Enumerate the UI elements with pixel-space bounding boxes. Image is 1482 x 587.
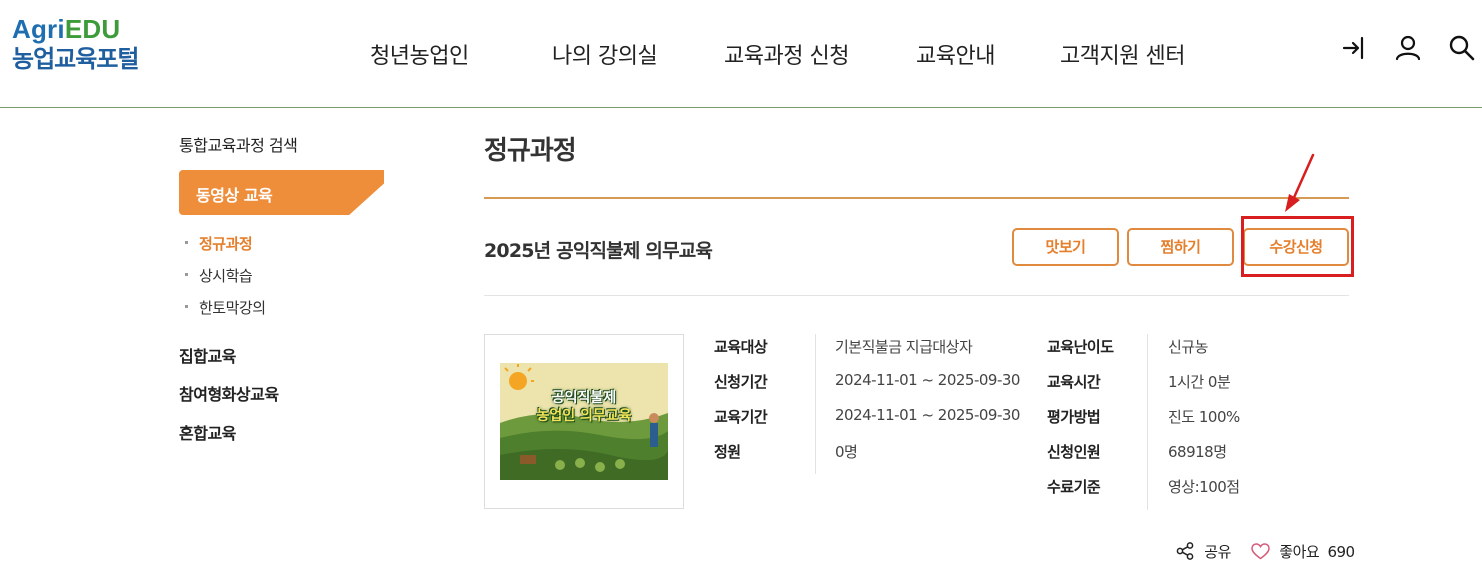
info-value: 신규농 [1168, 338, 1208, 356]
info-label: 교육기간 [714, 408, 768, 426]
logo-edu-text: EDU [64, 14, 121, 44]
info-label: 정원 [714, 443, 741, 461]
sidebar-item-label: 한토막강의 [199, 299, 266, 317]
nav-education-guide[interactable]: 교육안내 [916, 38, 995, 70]
annotation-arrow-icon [1285, 153, 1315, 212]
nav-customer-support[interactable]: 고객지원 센터 [1060, 38, 1185, 70]
site-logo[interactable]: AgriEDU 농업교육포털 [12, 14, 139, 73]
sidebar-item-label: 상시학습 [199, 267, 253, 285]
like-count: 690 [1327, 543, 1355, 561]
info-label: 신청인원 [1047, 443, 1101, 461]
sidebar-cat-group-education[interactable]: 집합교육 [179, 343, 236, 367]
info-value: 1시간 0분 [1168, 373, 1231, 391]
share-icon [1176, 542, 1194, 560]
sidebar-item-short-lecture[interactable]: 한토막강의 [185, 297, 266, 318]
login-icon[interactable] [1341, 34, 1369, 62]
share-button[interactable]: 공유 [1176, 541, 1231, 562]
heart-icon [1251, 543, 1270, 560]
info-label: 평가방법 [1047, 408, 1101, 426]
logo-agri-text: Agri [12, 14, 65, 44]
thumbnail-line2: 농업인 의무교육 [536, 408, 632, 424]
share-label: 공유 [1204, 543, 1231, 561]
info-value: 진도 100% [1168, 408, 1240, 426]
course-title: 2025년 공익직불제 의무교육 [484, 240, 713, 262]
sidebar-cat-blended[interactable]: 혼합교육 [179, 420, 236, 444]
site-header: AgriEDU 농업교육포털 청년농업인 나의 강의실 교육과정 신청 교육안내… [0, 0, 1482, 108]
content-divider [484, 295, 1349, 296]
page-title: 정규과정 [484, 136, 577, 166]
info-divider [1147, 334, 1148, 510]
info-label: 교육난이도 [1047, 338, 1114, 356]
search-icon[interactable] [1448, 34, 1476, 62]
logo-subtitle: 농업교육포털 [12, 45, 139, 73]
sidebar-integrated-search[interactable]: 통합교육과정 검색 [179, 132, 298, 156]
sidebar-section-video[interactable]: 동영상 교육 [179, 170, 384, 215]
sidebar-item-regular-course[interactable]: 정규과정 [185, 233, 253, 254]
info-value: 2024-11-01 ~ 2025-09-30 [835, 406, 1020, 424]
thumbnail-line1: 공익직불제 [551, 390, 617, 406]
wishlist-button[interactable]: 찜하기 [1127, 228, 1234, 266]
like-button[interactable]: 좋아요 690 [1251, 541, 1355, 562]
like-label: 좋아요 [1279, 543, 1320, 561]
info-label: 교육대상 [714, 338, 768, 356]
sidebar-cat-video-conference[interactable]: 참여형화상교육 [179, 381, 279, 405]
info-divider [815, 334, 816, 474]
info-value: 영상:100점 [1168, 478, 1240, 496]
info-value: 2024-11-01 ~ 2025-09-30 [835, 371, 1020, 389]
sidebar-section-label: 동영상 교육 [196, 186, 273, 205]
nav-young-farmer[interactable]: 청년농업인 [370, 38, 469, 70]
info-label: 수료기준 [1047, 478, 1101, 496]
thumbnail-image: 공익직불제 농업인 의무교육 [500, 363, 668, 480]
enroll-highlight-box [1241, 216, 1354, 277]
info-label: 신청기간 [714, 373, 768, 391]
info-label: 교육시간 [1047, 373, 1101, 391]
info-value: 0명 [835, 443, 858, 461]
sidebar-item-label: 정규과정 [199, 235, 253, 253]
course-thumbnail: 공익직불제 농업인 의무교육 [484, 334, 684, 509]
preview-button[interactable]: 맛보기 [1012, 228, 1119, 266]
nav-my-classroom[interactable]: 나의 강의실 [552, 38, 658, 70]
info-value: 68918명 [1168, 443, 1227, 461]
nav-course-apply[interactable]: 교육과정 신청 [724, 38, 849, 70]
info-value: 기본직불금 지급대상자 [835, 338, 973, 356]
sidebar-item-ongoing-learning[interactable]: 상시학습 [185, 265, 253, 286]
title-divider [484, 197, 1349, 199]
user-icon[interactable] [1394, 34, 1422, 62]
